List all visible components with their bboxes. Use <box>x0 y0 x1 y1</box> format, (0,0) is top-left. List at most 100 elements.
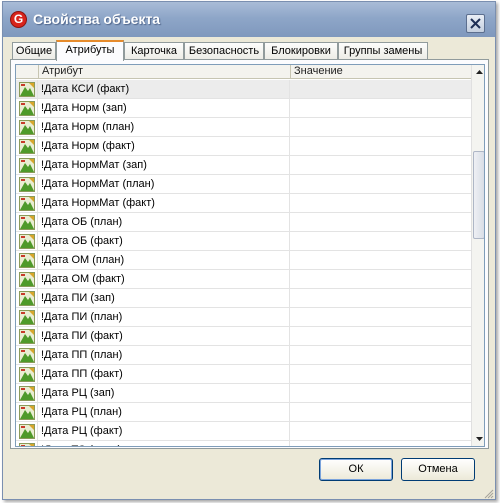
attribute-name-cell[interactable]: !Дата ПИ (факт) <box>39 327 290 346</box>
attribute-name-cell[interactable]: !Дата НормМат (план) <box>39 175 290 194</box>
table-row[interactable]: !Дата ПИ (зап) <box>16 289 471 308</box>
tab-card[interactable]: Карточка <box>124 42 184 60</box>
attribute-value-cell[interactable] <box>291 270 471 289</box>
tab-attributes[interactable]: Атрибуты <box>56 40 124 61</box>
attribute-value-cell[interactable] <box>291 308 471 327</box>
attribute-icon <box>19 177 35 192</box>
vertical-scrollbar[interactable] <box>471 65 484 446</box>
table-row[interactable]: !Дата НормМат (факт) <box>16 194 471 213</box>
attribute-icon <box>19 234 35 249</box>
tab-security[interactable]: Безопасность <box>184 42 264 60</box>
attributes-grid[interactable]: Атрибут Значение !Дата КСИ (факт) !Дата Н… <box>15 64 485 447</box>
attribute-value-cell[interactable] <box>291 346 471 365</box>
attribute-name-cell[interactable]: !Дата КСИ (факт) <box>39 80 290 99</box>
table-row[interactable]: !Дата ПИ (факт) <box>16 327 471 346</box>
attribute-value-cell[interactable] <box>291 422 471 441</box>
attribute-value-cell[interactable] <box>291 403 471 422</box>
attribute-name-cell[interactable]: !Дата ОБ (факт) <box>39 232 290 251</box>
scroll-thumb[interactable] <box>473 151 484 239</box>
attribute-value-cell[interactable] <box>291 327 471 346</box>
resize-grip-icon[interactable] <box>483 488 494 499</box>
attribute-value-cell[interactable] <box>291 194 471 213</box>
attribute-value-cell[interactable] <box>291 80 471 99</box>
attribute-name-cell[interactable]: !Дата РЦ (зап) <box>39 384 290 403</box>
attribute-icon <box>19 386 35 401</box>
table-row[interactable]: !Дата КСИ (факт) <box>16 80 471 99</box>
table-row[interactable]: !Дата ОБ (факт) <box>16 232 471 251</box>
row-icon-cell <box>16 365 38 384</box>
attribute-value-cell[interactable] <box>291 251 471 270</box>
attribute-name-cell[interactable]: !Дата Норм (факт) <box>39 137 290 156</box>
tab-general[interactable]: Общие <box>12 42 56 60</box>
row-icon-cell <box>16 194 38 213</box>
attribute-icon <box>19 158 35 173</box>
close-button[interactable] <box>466 14 485 33</box>
title-bar[interactable]: G Свойства объекта <box>3 2 495 37</box>
table-row[interactable]: !Дата ОМ (факт) <box>16 270 471 289</box>
attribute-value-cell[interactable] <box>291 118 471 137</box>
attribute-icon <box>19 215 35 230</box>
column-header-attribute[interactable]: Атрибут <box>39 65 291 79</box>
attribute-value-cell[interactable] <box>291 365 471 384</box>
attribute-icon <box>19 101 35 116</box>
attribute-icon <box>19 139 35 154</box>
arrow-up-icon <box>475 70 483 74</box>
attribute-icon <box>19 348 35 363</box>
table-row[interactable]: !Дата ПП (факт) <box>16 365 471 384</box>
row-icon-cell <box>16 327 38 346</box>
close-icon <box>470 18 481 29</box>
row-icon-cell <box>16 232 38 251</box>
tab-replacement-groups[interactable]: Группы замены <box>338 42 428 60</box>
scroll-up-button[interactable] <box>472 65 484 79</box>
table-row[interactable]: !Дата ПП (план) <box>16 346 471 365</box>
table-row[interactable]: !Дата ОБ (план) <box>16 213 471 232</box>
attribute-value-cell[interactable] <box>291 99 471 118</box>
app-logo-letter: G <box>13 12 24 26</box>
attribute-name-cell[interactable]: !Дата Норм (план) <box>39 118 290 137</box>
cancel-button[interactable]: Отмена <box>401 458 475 481</box>
attribute-value-cell[interactable] <box>291 289 471 308</box>
table-row[interactable]: !Дата РЦ (факт) <box>16 422 471 441</box>
ok-button[interactable]: ОК <box>319 458 393 481</box>
table-row[interactable]: !Дата Норм (план) <box>16 118 471 137</box>
tab-locks[interactable]: Блокировки <box>264 42 338 60</box>
attribute-value-cell[interactable] <box>291 213 471 232</box>
table-row[interactable]: !Дата ОМ (план) <box>16 251 471 270</box>
attribute-value-cell[interactable] <box>291 137 471 156</box>
table-row[interactable]: !Дата РЦ (зап) <box>16 384 471 403</box>
row-icon-cell <box>16 137 38 156</box>
attribute-name-cell[interactable]: !Дата ТО (план) <box>39 441 290 446</box>
attribute-name-cell[interactable]: !Дата ПИ (план) <box>39 308 290 327</box>
table-row[interactable]: !Дата НормМат (зап) <box>16 156 471 175</box>
attribute-name-cell[interactable]: !Дата ПП (план) <box>39 346 290 365</box>
grid-header: Атрибут Значение <box>16 65 471 79</box>
attribute-value-cell[interactable] <box>291 175 471 194</box>
row-icon-cell <box>16 99 38 118</box>
row-icon-cell <box>16 384 38 403</box>
attribute-value-cell[interactable] <box>291 232 471 251</box>
attribute-name-cell[interactable]: !Дата ОМ (факт) <box>39 270 290 289</box>
attribute-value-cell[interactable] <box>291 441 471 446</box>
window-title: Свойства объекта <box>33 11 161 27</box>
attribute-name-cell[interactable]: !Дата ПП (факт) <box>39 365 290 384</box>
table-row[interactable]: !Дата Норм (факт) <box>16 137 471 156</box>
tab-strip: Общие Атрибуты Карточка Безопасность Бло… <box>12 40 492 61</box>
table-row[interactable]: !Дата ПИ (план) <box>16 308 471 327</box>
table-row[interactable]: !Дата РЦ (план) <box>16 403 471 422</box>
attribute-name-cell[interactable]: !Дата ПИ (зап) <box>39 289 290 308</box>
attribute-name-cell[interactable]: !Дата ОБ (план) <box>39 213 290 232</box>
attribute-name-cell[interactable]: !Дата РЦ (факт) <box>39 422 290 441</box>
attribute-icon <box>19 291 35 306</box>
column-header-value[interactable]: Значение <box>291 65 471 79</box>
attribute-value-cell[interactable] <box>291 384 471 403</box>
attribute-name-cell[interactable]: !Дата Норм (зап) <box>39 99 290 118</box>
table-row[interactable]: !Дата Норм (зап) <box>16 99 471 118</box>
table-row[interactable]: !Дата ТО (план) <box>16 441 471 446</box>
attribute-name-cell[interactable]: !Дата РЦ (план) <box>39 403 290 422</box>
scroll-down-button[interactable] <box>472 432 484 446</box>
table-row[interactable]: !Дата НормМат (план) <box>16 175 471 194</box>
attribute-name-cell[interactable]: !Дата НормМат (зап) <box>39 156 290 175</box>
attribute-value-cell[interactable] <box>291 156 471 175</box>
attribute-name-cell[interactable]: !Дата ОМ (план) <box>39 251 290 270</box>
attribute-name-cell[interactable]: !Дата НормМат (факт) <box>39 194 290 213</box>
